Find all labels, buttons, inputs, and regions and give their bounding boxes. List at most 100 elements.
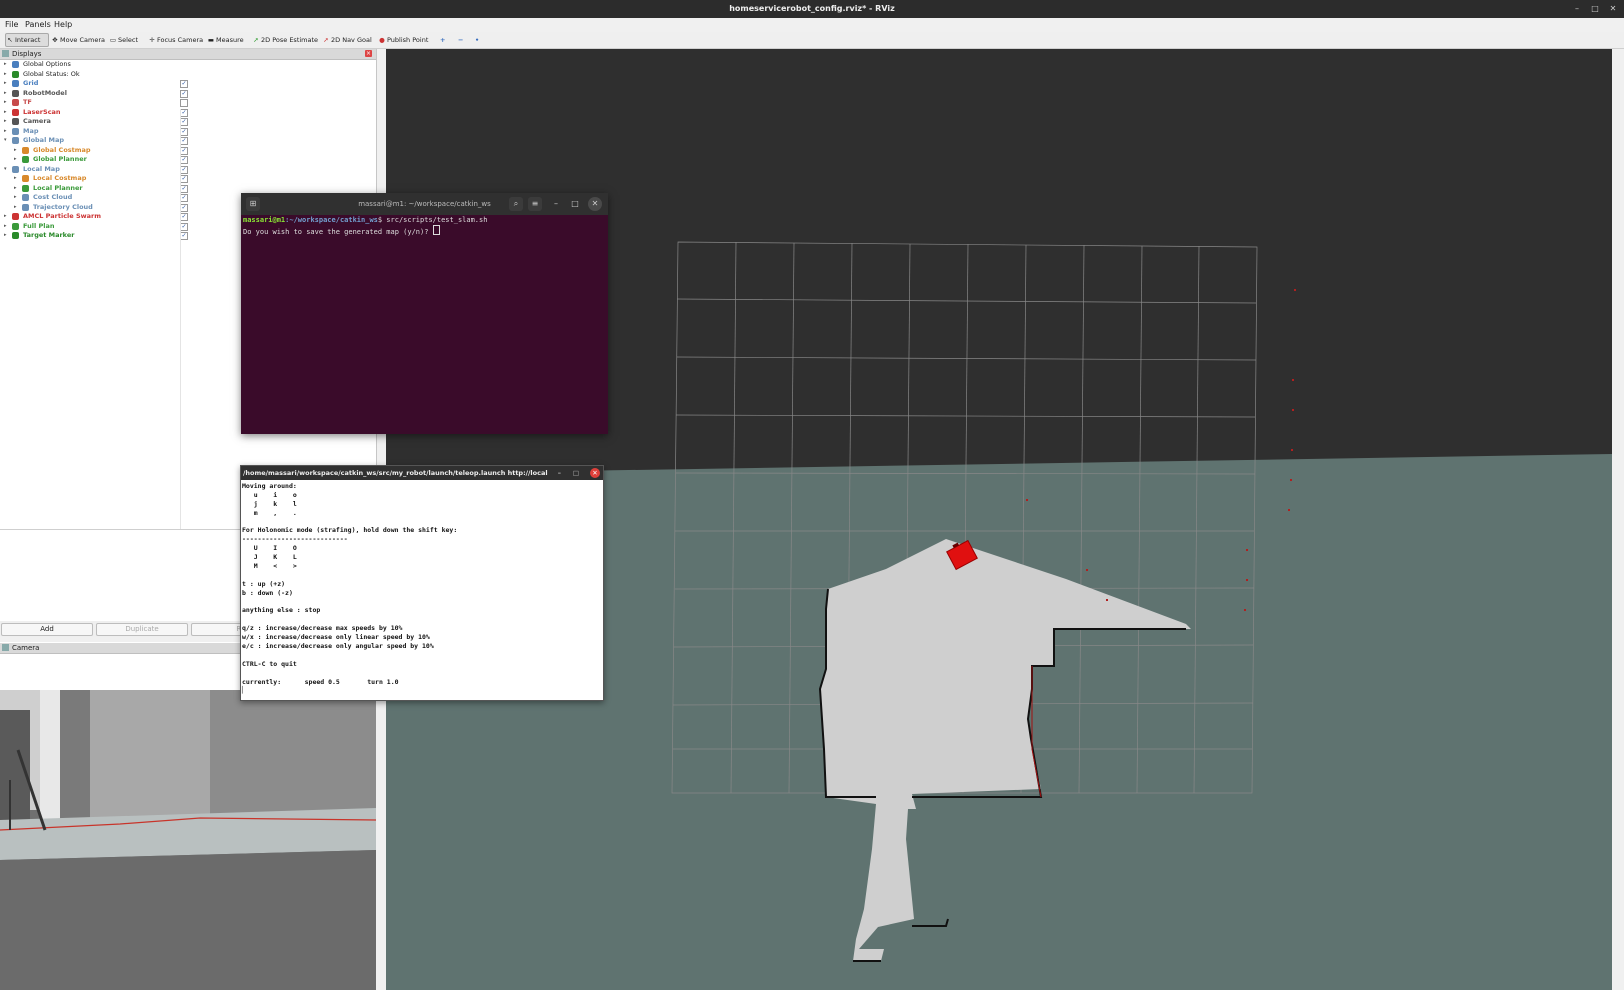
expand-arrow-icon[interactable]: ▸ <box>4 98 10 108</box>
enable-checkbox[interactable]: ✓ <box>180 118 188 126</box>
close-icon[interactable]: ✕ <box>1606 0 1620 18</box>
enable-checkbox[interactable]: ✓ <box>180 80 188 88</box>
display-item[interactable]: ▸ Local Costmap ✓ <box>0 174 376 184</box>
enable-checkbox[interactable]: ✓ <box>180 156 188 164</box>
display-item[interactable]: ▸ Global Status: Ok <box>0 70 376 80</box>
menu-file[interactable]: File <box>5 20 18 29</box>
teleop-line: M < > <box>242 562 297 571</box>
teleop-output: Moving around: u i o j k l m , . For Holo… <box>242 482 457 695</box>
expand-arrow-icon[interactable]: ▸ <box>4 231 10 241</box>
expand-arrow-icon[interactable]: ▸ <box>4 212 10 222</box>
maximize-icon[interactable]: □ <box>573 466 579 480</box>
duplicate-button[interactable]: Duplicate <box>96 623 188 636</box>
display-item[interactable]: ▸ Global Costmap ✓ <box>0 146 376 156</box>
teleop-line: w/x : increase/decrease only linear spee… <box>242 633 430 642</box>
display-item[interactable]: ▸ Grid ✓ <box>0 79 376 89</box>
enable-checkbox[interactable]: ✓ <box>180 232 188 240</box>
display-item[interactable]: ▸ Local Planner ✓ <box>0 184 376 194</box>
folder-icon <box>12 165 19 173</box>
maximize-icon[interactable]: □ <box>1588 0 1602 18</box>
enable-checkbox[interactable] <box>180 99 188 107</box>
terminal-titlebar: ⊞ massari@m1: ~/workspace/catkin_ws ⌕ ≡ … <box>241 193 608 215</box>
display-item[interactable]: ▸ LaserScan ✓ <box>0 108 376 118</box>
teleop-terminal-window[interactable]: /home/massari/workspace/catkin_ws/src/my… <box>240 465 604 701</box>
enable-checkbox[interactable]: ✓ <box>180 194 188 202</box>
interact-tool[interactable]: ↖ Interact <box>5 33 49 47</box>
display-item[interactable]: ▸ Global Options <box>0 60 376 70</box>
minimize-icon[interactable]: – <box>1570 0 1584 18</box>
remove-tool-button[interactable]: − <box>458 34 463 46</box>
map-icon <box>12 127 19 135</box>
expand-arrow-icon[interactable]: ▸ <box>4 222 10 232</box>
expand-arrow-icon[interactable]: ▸ <box>4 79 10 89</box>
expand-arrow-icon[interactable]: ▾ <box>4 165 10 175</box>
display-item[interactable]: ▸ Map ✓ <box>0 127 376 137</box>
hamburger-menu-icon[interactable]: ≡ <box>528 197 542 211</box>
enable-checkbox[interactable]: ✓ <box>180 213 188 221</box>
column-divider <box>180 109 181 579</box>
add-button[interactable]: Add <box>1 623 93 636</box>
enable-checkbox[interactable]: ✓ <box>180 203 188 212</box>
close-icon[interactable]: ✕ <box>588 197 602 211</box>
teleop-line: anything else : stop <box>242 606 321 615</box>
enable-checkbox[interactable]: ✓ <box>180 184 188 193</box>
menu-panels[interactable]: Panels <box>25 20 51 29</box>
menu-help[interactable]: Help <box>54 20 72 29</box>
expand-arrow-icon[interactable]: ▸ <box>4 117 10 127</box>
select-tool[interactable]: ▭ Select <box>109 34 138 46</box>
new-tab-icon[interactable]: ⊞ <box>246 197 260 211</box>
teleop-title: /home/massari/workspace/catkin_ws/src/my… <box>243 469 548 477</box>
move-camera-tool[interactable]: ✥ Move Camera <box>51 34 105 46</box>
display-item[interactable]: ▾ Local Map ✓ <box>0 165 376 175</box>
interact-label: Interact <box>15 36 41 44</box>
publish-point-tool[interactable]: ● Publish Point <box>378 34 428 46</box>
expand-arrow-icon[interactable]: ▸ <box>14 146 20 156</box>
expand-arrow-icon[interactable]: ▸ <box>4 60 10 70</box>
cursor-block <box>432 225 440 235</box>
display-item[interactable]: ▸ Global Planner ✓ <box>0 155 376 165</box>
enable-checkbox[interactable]: ✓ <box>180 127 188 136</box>
display-item[interactable]: ▸ TF <box>0 98 376 108</box>
minimize-icon[interactable]: – <box>558 466 561 480</box>
expand-arrow-icon[interactable]: ▸ <box>14 203 20 213</box>
enable-checkbox[interactable]: ✓ <box>180 222 188 231</box>
add-tool-button[interactable]: + <box>440 34 445 46</box>
terminal-question: Do you wish to save the generated map (y… <box>243 228 433 236</box>
close-icon[interactable]: ✕ <box>590 468 600 478</box>
measure-tool[interactable]: ▬ Measure <box>207 34 244 46</box>
expand-arrow-icon[interactable]: ▸ <box>14 174 20 184</box>
pose-estimate-tool[interactable]: ➚ 2D Pose Estimate <box>252 34 318 46</box>
enable-checkbox[interactable]: ✓ <box>180 108 188 117</box>
maximize-icon[interactable]: □ <box>568 197 582 211</box>
nav-goal-tool[interactable]: ➚ 2D Nav Goal <box>322 34 372 46</box>
enable-checkbox[interactable]: ✓ <box>180 137 188 145</box>
expand-arrow-icon[interactable]: ▸ <box>4 127 10 137</box>
expand-arrow-icon[interactable]: ▾ <box>4 136 10 146</box>
expand-arrow-icon[interactable]: ▸ <box>14 184 20 194</box>
teleop-line: J K L <box>242 553 297 562</box>
views-collapsed-strip[interactable] <box>1612 49 1624 990</box>
expand-arrow-icon[interactable]: ▸ <box>4 108 10 118</box>
search-icon[interactable]: ⌕ <box>509 197 523 211</box>
expand-arrow-icon[interactable]: ▸ <box>4 89 10 99</box>
enable-checkbox[interactable]: ✓ <box>180 146 188 155</box>
display-item[interactable]: ▸ RobotModel ✓ <box>0 89 376 99</box>
display-item[interactable]: ▸ Camera ✓ <box>0 117 376 127</box>
focus-icon: ✛ <box>149 36 155 44</box>
expand-arrow-icon[interactable]: ▸ <box>14 155 20 165</box>
terminal-window[interactable]: ⊞ massari@m1: ~/workspace/catkin_ws ⌕ ≡ … <box>241 193 608 434</box>
expand-arrow-icon[interactable]: ▸ <box>14 193 20 203</box>
path-icon <box>22 156 29 163</box>
expand-arrow-icon[interactable]: ▸ <box>4 70 10 80</box>
enable-checkbox[interactable]: ✓ <box>180 89 188 98</box>
close-panel-icon[interactable]: × <box>365 50 372 57</box>
display-item[interactable]: ▾ Global Map ✓ <box>0 136 376 146</box>
enable-checkbox[interactable]: ✓ <box>180 175 188 183</box>
display-item-label: Global Planner <box>33 155 87 163</box>
focus-camera-tool[interactable]: ✛ Focus Camera <box>148 34 203 46</box>
minimize-icon[interactable]: – <box>549 197 563 211</box>
camera-icon <box>12 118 19 125</box>
tool-properties-button[interactable]: • <box>475 34 479 46</box>
enable-checkbox[interactable]: ✓ <box>180 165 188 174</box>
display-item-label: Local Planner <box>33 183 83 192</box>
